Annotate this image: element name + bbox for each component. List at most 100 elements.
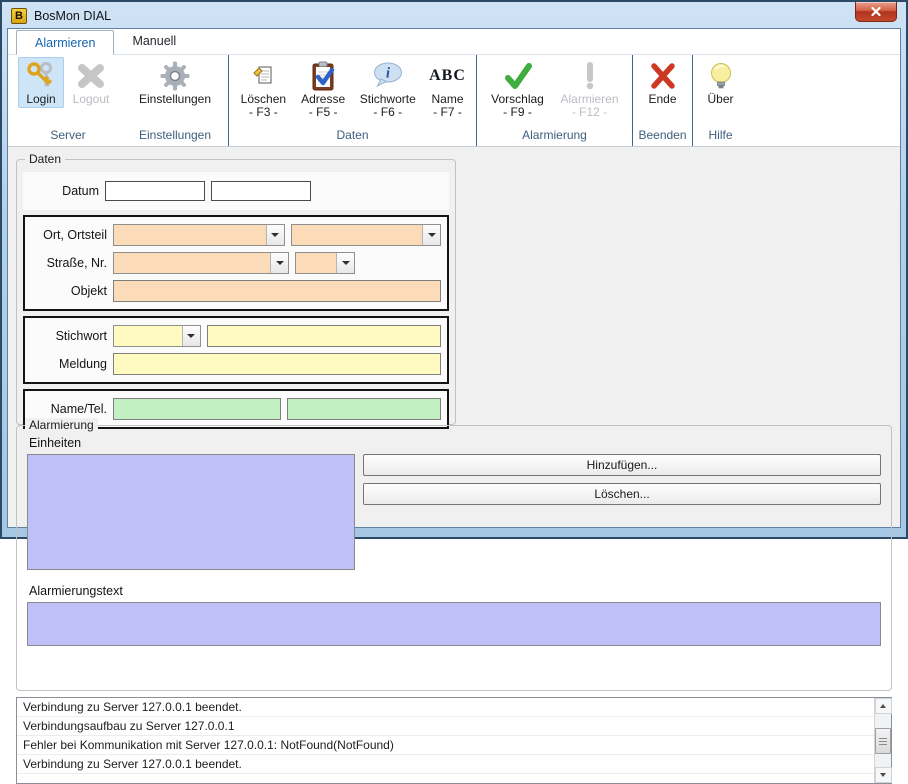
- logout-label: Logout: [73, 93, 110, 106]
- group-caption-alarmierung: Alarmierung: [481, 128, 628, 146]
- clipboard-check-icon: [307, 59, 339, 93]
- meldung-input[interactable]: [113, 353, 441, 375]
- delete-note-icon: [251, 59, 275, 93]
- adresse-box: Ort, Ortsteil Straße, Nr.: [23, 215, 449, 311]
- objekt-label: Objekt: [31, 284, 107, 298]
- adresse-f5-button[interactable]: Adresse - F5 -: [294, 57, 353, 121]
- stichwort-label: Stichwort: [31, 329, 107, 343]
- loeschen-f3-sub: - F3 -: [249, 106, 278, 119]
- name-input[interactable]: [113, 398, 281, 420]
- einheiten-listbox[interactable]: [27, 454, 355, 570]
- daten-groupbox: Daten Datum Ort, Ortsteil: [16, 159, 456, 425]
- ende-button[interactable]: Ende: [638, 57, 688, 108]
- adresse-f5-sub: - F5 -: [309, 106, 338, 119]
- stichworte-f6-sub: - F6 -: [373, 106, 402, 119]
- nr-combobox[interactable]: [295, 252, 355, 274]
- ribbon-group-daten: Löschen - F3 -: [228, 55, 476, 146]
- name-f7-sub: - F7 -: [433, 106, 462, 119]
- ribbon-group-server: Login Logout Server: [14, 55, 122, 146]
- abc-icon: ABC: [429, 59, 466, 93]
- loeschen-button[interactable]: Löschen...: [363, 483, 881, 505]
- ort-ortsteil-label: Ort, Ortsteil: [31, 228, 107, 242]
- tab-alarmieren[interactable]: Alarmieren: [16, 30, 114, 55]
- chevron-down-icon[interactable]: [266, 225, 284, 245]
- bosmon-b-icon: B: [11, 8, 27, 24]
- ortsteil-combobox[interactable]: [291, 224, 441, 246]
- ribbon-group-beenden: Ende Beenden: [632, 55, 692, 146]
- window-title: BosMon DIAL: [34, 9, 111, 23]
- chevron-down-icon[interactable]: [270, 253, 288, 273]
- group-caption-daten: Daten: [233, 128, 472, 146]
- objekt-input[interactable]: [113, 280, 441, 302]
- alarmieren-f12-button[interactable]: Alarmieren - F12 -: [553, 57, 627, 121]
- stichworte-f6-button[interactable]: i Stichworte - F6 -: [353, 57, 424, 121]
- datum-input-2[interactable]: [211, 181, 311, 201]
- scroll-up-icon[interactable]: [875, 698, 892, 714]
- green-check-icon: [502, 59, 534, 93]
- loeschen-f3-button[interactable]: Löschen - F3 -: [233, 57, 294, 121]
- log-entry[interactable]: Verbindungsaufbau zu Server 127.0.0.1: [17, 717, 874, 736]
- chevron-down-icon[interactable]: [422, 225, 440, 245]
- ueber-button[interactable]: Über: [698, 57, 744, 108]
- alarmierung-groupbox-title: Alarmierung: [25, 418, 98, 433]
- group-caption-beenden: Beenden: [637, 128, 688, 146]
- red-cross-icon: [647, 59, 679, 93]
- log-listbox[interactable]: Verbindung zu Server 127.0.0.1 beendet. …: [16, 697, 892, 784]
- ende-label: Ende: [648, 93, 676, 106]
- chevron-down-icon[interactable]: [182, 326, 200, 346]
- log-rows: Verbindung zu Server 127.0.0.1 beendet. …: [17, 698, 874, 783]
- daten-groupbox-title: Daten: [25, 152, 65, 167]
- alarmierungstext-label: Alarmierungstext: [29, 584, 881, 598]
- strasse-combobox[interactable]: [113, 252, 289, 274]
- login-label: Login: [26, 93, 55, 106]
- vorschlag-f9-button[interactable]: Vorschlag - F9 -: [483, 57, 553, 121]
- group-caption-hilfe: Hilfe: [697, 128, 744, 146]
- einheiten-label: Einheiten: [29, 436, 881, 450]
- nametel-label: Name/Tel.: [31, 402, 107, 416]
- keys-icon: [25, 59, 57, 93]
- scrollbar-track[interactable]: [875, 714, 892, 767]
- log-entry[interactable]: Fehler bei Kommunikation mit Server 127.…: [17, 736, 874, 755]
- app-window: B BosMon DIAL Alarmieren Manuell: [0, 0, 908, 539]
- gray-cross-icon: [75, 59, 107, 93]
- meldung-label: Meldung: [31, 357, 107, 371]
- datum-input-1[interactable]: [105, 181, 205, 201]
- datum-row: Datum: [23, 172, 449, 210]
- alarmierungstext-textarea[interactable]: [27, 602, 881, 646]
- app-body: Alarmieren Manuell: [7, 28, 901, 528]
- einstellungen-label: Einstellungen: [139, 93, 211, 106]
- info-balloon-icon: i: [371, 59, 405, 93]
- stichwort-box: Stichwort Meldung: [23, 316, 449, 384]
- gray-exclamation-icon: [574, 59, 606, 93]
- chevron-down-icon[interactable]: [336, 253, 354, 273]
- ort-combobox[interactable]: [113, 224, 285, 246]
- datum-label: Datum: [23, 184, 99, 198]
- tab-manuell[interactable]: Manuell: [114, 29, 194, 54]
- main-area: Daten Datum Ort, Ortsteil: [8, 147, 900, 527]
- gear-icon: [159, 59, 191, 93]
- group-caption-server: Server: [18, 128, 118, 146]
- ribbon-group-alarmierung: Vorschlag - F9 - Alarmieren - F12 -: [476, 55, 632, 146]
- tel-input[interactable]: [287, 398, 441, 420]
- log-scrollbar[interactable]: [874, 698, 891, 783]
- alarmieren-f12-sub: - F12 -: [572, 106, 607, 119]
- scrollbar-thumb[interactable]: [875, 728, 891, 754]
- hinzufuegen-button[interactable]: Hinzufügen...: [363, 454, 881, 476]
- titlebar: B BosMon DIAL: [7, 3, 901, 28]
- stichwort-text-input[interactable]: [207, 325, 441, 347]
- einstellungen-button[interactable]: Einstellungen: [127, 57, 223, 108]
- stichwort-combobox[interactable]: [113, 325, 201, 347]
- logout-button[interactable]: Logout: [64, 57, 118, 108]
- log-entry[interactable]: Verbindung zu Server 127.0.0.1 beendet.: [17, 698, 874, 717]
- scroll-down-icon[interactable]: [875, 767, 892, 783]
- close-button[interactable]: [855, 2, 897, 22]
- login-button[interactable]: Login: [18, 57, 64, 108]
- name-f7-button[interactable]: ABC Name - F7 -: [423, 57, 472, 121]
- ribbon-toolbar: Login Logout Server: [8, 55, 900, 147]
- alarmierung-groupbox: Alarmierung Einheiten Hinzufügen... Lösc…: [16, 425, 892, 691]
- group-caption-einstellungen: Einstellungen: [126, 128, 224, 146]
- log-entry[interactable]: Verbindung zu Server 127.0.0.1 beendet.: [17, 755, 874, 774]
- ueber-label: Über: [707, 93, 733, 106]
- lightbulb-icon: [705, 59, 737, 93]
- ribbon-group-einstellungen: Einstellungen Einstellungen: [122, 55, 228, 146]
